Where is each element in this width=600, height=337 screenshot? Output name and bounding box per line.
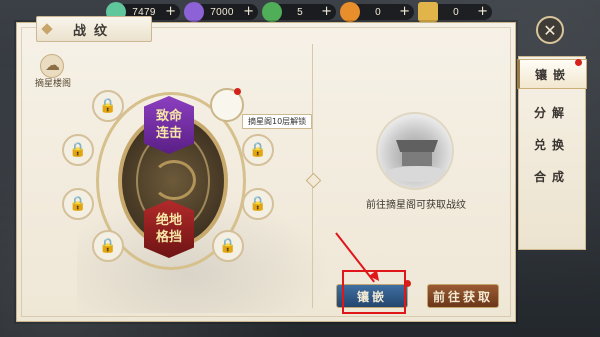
lock-icon: 🔒 (219, 238, 237, 254)
resource-scroll-value: 0 (453, 6, 459, 18)
diamond-ornament-icon (41, 23, 53, 35)
locked-slot-2[interactable]: 🔒 (62, 134, 94, 166)
pavilion-roof (396, 140, 438, 152)
tab-synthesize[interactable]: 合成 (519, 161, 585, 191)
locked-slot-3[interactable]: 🔒 (62, 188, 94, 220)
cloud-base (384, 166, 450, 182)
rune-gem-bottom[interactable]: 绝地 格挡 (144, 200, 194, 258)
side-tabs: 镶嵌 分解 兑换 合成 (517, 56, 587, 250)
resource-crystal-value: 7000 (210, 6, 234, 18)
pavilion-body (402, 152, 432, 166)
crystal-icon (184, 2, 204, 22)
rune-gem-top[interactable]: 致命 连击 (144, 96, 194, 154)
unlock-tooltip: 摘星阁10层解锁 (242, 114, 313, 129)
locked-slot-7[interactable]: 🔒 (212, 230, 244, 262)
resource-orb: 0 + (340, 2, 414, 22)
orb-icon (340, 2, 360, 22)
resource-orb-value: 0 (375, 6, 381, 18)
resource-leaf-value: 5 (297, 6, 303, 18)
locked-slot-6[interactable]: 🔒 (242, 188, 274, 220)
scroll-icon (418, 2, 438, 22)
tab-synthesize-label: 合成 (533, 169, 570, 184)
close-button[interactable]: ✕ (536, 16, 564, 44)
locked-slot-1[interactable]: 🔒 (92, 90, 124, 122)
resource-scroll: 0 + (418, 2, 492, 22)
resource-bar: 7479 + 7000 + 5 + 0 + 0 + (106, 2, 492, 22)
add-leaf-button[interactable]: + (321, 5, 332, 19)
add-jade-button[interactable]: + (165, 5, 176, 19)
add-orb-button[interactable]: + (399, 5, 410, 19)
rune-gem-bottom-line2: 格挡 (155, 230, 182, 245)
lock-icon: 🔒 (249, 196, 267, 212)
lock-icon: 🔒 (249, 142, 267, 158)
leaf-icon (262, 2, 282, 22)
rune-gem-bottom-line1: 绝地 (155, 213, 182, 228)
tab-exchange[interactable]: 兑换 (519, 129, 585, 159)
rune-wheel: 🔒 🔒 🔒 🔒 🔒 🔒 🔒 致命 连击 绝地 格挡 (48, 80, 274, 276)
lock-icon: 🔒 (69, 142, 87, 158)
locked-slot-4[interactable]: 🔒 (92, 230, 124, 262)
panel-divider (312, 44, 313, 308)
cloud-swirl-icon (152, 160, 196, 200)
pavilion-preview-image (376, 112, 454, 190)
page-title: 战纹 (72, 23, 115, 39)
tab-inlay-label: 镶嵌 (534, 67, 571, 82)
tab-exchange-label: 兑换 (533, 137, 570, 152)
add-scroll-button[interactable]: + (477, 5, 488, 19)
tab-decompose-label: 分解 (533, 105, 570, 120)
tab-decompose[interactable]: 分解 (519, 97, 585, 127)
pavilion-icon (40, 54, 64, 78)
add-crystal-button[interactable]: + (243, 5, 254, 19)
go-obtain-button[interactable]: 前往获取 (427, 284, 499, 308)
lock-icon: 🔒 (99, 98, 117, 114)
notification-dot (575, 59, 582, 66)
obtain-hint-text: 前往摘星阁可获取战纹 (366, 200, 466, 211)
lock-icon: 🔒 (99, 238, 117, 254)
resource-leaf: 5 + (262, 2, 336, 22)
page-title-banner: 战纹 (36, 16, 152, 42)
locked-slot-5[interactable]: 🔒 (242, 134, 274, 166)
resource-crystal: 7000 + (184, 2, 258, 22)
notification-dot (234, 88, 241, 95)
rune-gem-top-line1: 致命 (155, 109, 182, 124)
lock-icon: 🔒 (69, 196, 87, 212)
rune-gem-top-line2: 连击 (155, 126, 182, 141)
